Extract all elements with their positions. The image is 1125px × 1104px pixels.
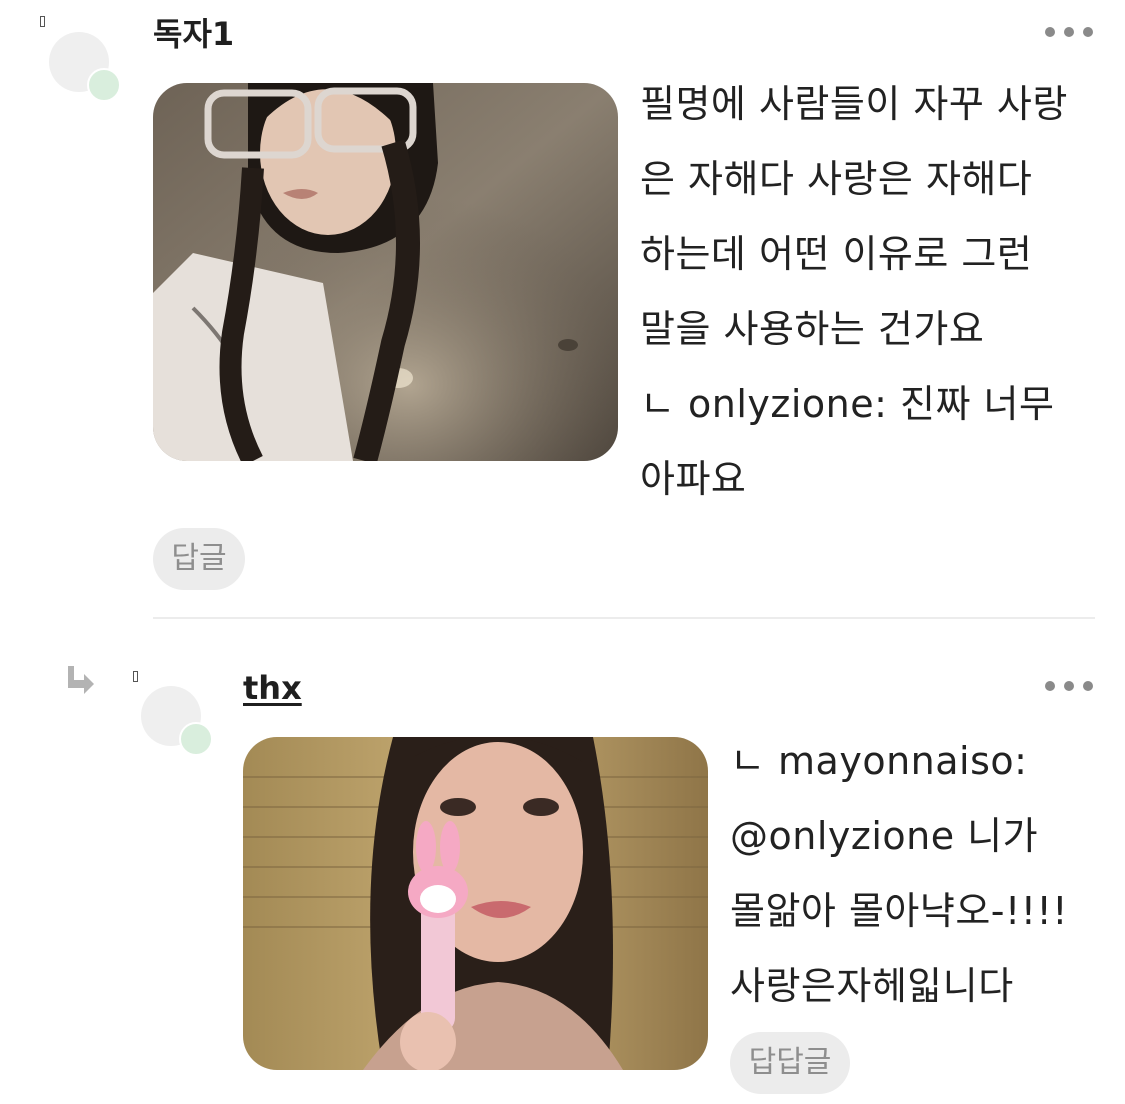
- avatar[interactable]: [49, 32, 121, 102]
- more-horizontal-icon[interactable]: [1045, 680, 1093, 692]
- avatar[interactable]: [141, 686, 213, 756]
- divider: [153, 617, 1095, 619]
- selection-marker: [133, 671, 138, 682]
- selection-marker: [40, 16, 45, 27]
- comment-photo[interactable]: [243, 737, 708, 1070]
- comment-author[interactable]: 독자1: [153, 14, 234, 54]
- more-horizontal-icon[interactable]: [1045, 26, 1093, 38]
- selfie-with-glasses-and-braids-image: [153, 83, 618, 461]
- comment-photo[interactable]: [153, 83, 618, 461]
- comment-text: 필명에 사람들이 자꾸 사랑 은 자해다 사랑은 자해다 하는데 어떤 이유로 …: [640, 82, 1068, 501]
- selfie-with-pink-toy-microphone-image: [243, 737, 708, 1070]
- online-status-dot: [179, 722, 213, 756]
- reply-button[interactable]: 답글: [153, 528, 245, 590]
- comment-text: ㄴ mayonnaiso: @onlyzione 니가 몰앎아 몰아냑오-!!!…: [730, 739, 1068, 1008]
- reply-button[interactable]: 답답글: [730, 1032, 850, 1094]
- comment-thread: 독자1 필명에 사람들이 자꾸 사랑 은 자해다 사랑은 자해다 하는데 어떤 …: [0, 0, 1125, 1104]
- comment-author[interactable]: thx: [243, 668, 302, 708]
- online-status-dot: [87, 68, 121, 102]
- reply-arrow-icon: [68, 666, 94, 694]
